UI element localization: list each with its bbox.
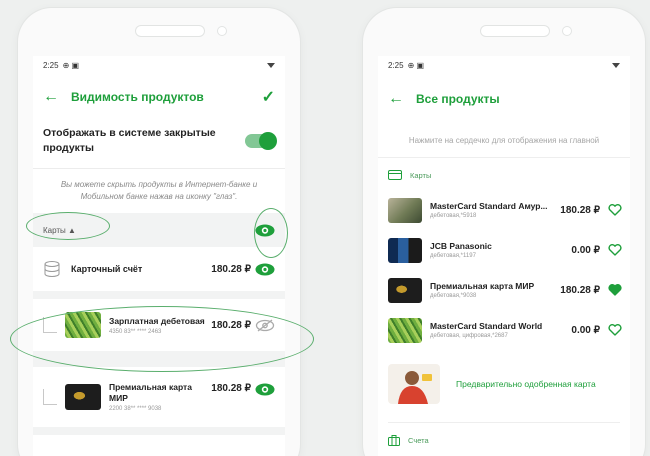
right-phone: 2:25 ⊕ ▣ ← Все продукты Нажмите на сердеч… (363, 8, 645, 456)
card-name: MasterCard Standard World (430, 321, 543, 331)
status-icons: ⊕ ▣ (62, 60, 80, 70)
card-account-row[interactable]: Карточный счёт 180.28 ₽ (33, 247, 285, 291)
closed-products-toggle-row: Отображать в системе закрытые продукты (33, 120, 285, 169)
closed-products-toggle[interactable] (245, 132, 277, 150)
wifi-icon (267, 62, 275, 68)
card-image (388, 317, 422, 343)
offer-image (388, 364, 440, 404)
card-icon (388, 170, 402, 180)
card-list-item[interactable]: MasterCard Standard World дебетовая, циф… (378, 310, 630, 350)
offer-text: Предварительно одобренная карта (456, 378, 596, 389)
heart-outline-icon[interactable] (608, 244, 622, 256)
status-bar: 2:25 ⊕ ▣ (33, 56, 285, 74)
card-amount: 180.28 ₽ (211, 383, 251, 394)
status-bar: 2:25 ⊕ ▣ (378, 56, 630, 74)
branch-connector (43, 317, 57, 333)
toggle-knob (259, 132, 277, 150)
hint-text: Вы можете скрыть продукты в Интернет-бан… (60, 180, 258, 201)
cards-section-label: Карты (410, 170, 432, 180)
account-amount: 180.28 ₽ (211, 263, 251, 275)
status-time: 2:25 (388, 60, 404, 70)
left-phone: 2:25 ⊕ ▣ ← Видимость продуктов ✓ Отобража… (18, 8, 300, 456)
card-amount: 180.28 ₽ (560, 204, 600, 216)
app-bar: ← Видимость продуктов ✓ (33, 74, 285, 120)
branch-connector (43, 389, 57, 405)
toggle-label: Отображать в системе закрытые продукты (43, 127, 216, 154)
page-title: Все продукты (416, 92, 500, 106)
back-arrow-icon[interactable]: ← (388, 90, 404, 108)
card-list-item[interactable]: Премиальная карта МИР дебетовая,*9038 18… (378, 270, 630, 310)
account-name: Карточный счёт (71, 264, 143, 274)
card-list-item[interactable]: MasterCard Standard Амур... дебетовая,*5… (378, 190, 630, 230)
page-title: Видимость продуктов (71, 90, 204, 104)
card-number: 4350 83** **** 2463 (109, 328, 162, 335)
back-arrow-icon[interactable]: ← (43, 88, 59, 106)
card-image (65, 384, 101, 410)
confirm-check-icon[interactable]: ✓ (262, 87, 275, 107)
cards-section-header: Карты (378, 158, 630, 190)
card-row[interactable]: Зарплатная дебетовая 4350 83** **** 2463… (33, 299, 285, 351)
card-image (388, 197, 422, 223)
card-subtitle: дебетовая,*9038 (430, 293, 477, 299)
speaker (136, 26, 204, 36)
card-name: Премиальная карта МИР (109, 382, 192, 403)
visibility-screen: 2:25 ⊕ ▣ ← Видимость продуктов ✓ Отобража… (33, 56, 285, 456)
stage: 2:25 ⊕ ▣ ← Видимость продуктов ✓ Отобража… (0, 0, 650, 456)
speaker (481, 26, 549, 36)
briefcase-icon (388, 435, 400, 446)
card-amount: 0.00 ₽ (571, 244, 600, 256)
eye-icon[interactable] (255, 383, 275, 396)
card-list-item[interactable]: JCB Panasonic дебетовая,*1197 0.00 ₽ (378, 230, 630, 270)
card-image (388, 277, 422, 303)
accounts-section-label: Счета (408, 436, 429, 445)
card-subtitle: дебетовая, цифровая,*2687 (430, 333, 508, 339)
status-time: 2:25 (43, 60, 59, 70)
card-name: JCB Panasonic (430, 241, 492, 251)
card-name: MasterCard Standard Амур... (430, 201, 548, 211)
favorites-hint: Нажмите на сердечко для отображения на г… (378, 124, 630, 158)
card-amount: 0.00 ₽ (571, 324, 600, 336)
card-text: Премиальная карта МИР 2200 38** **** 903… (109, 382, 211, 412)
heart-filled-icon[interactable] (608, 284, 622, 296)
camera (563, 27, 571, 35)
camera (218, 27, 226, 35)
card-text: MasterCard Standard World дебетовая, циф… (430, 321, 571, 339)
card-subtitle: дебетовая,*5918 (430, 213, 477, 219)
card-image (388, 237, 422, 263)
card-subtitle: дебетовая,*1197 (430, 253, 476, 259)
card-text: Премиальная карта МИР дебетовая,*9038 (430, 281, 560, 299)
card-amount: 180.28 ₽ (560, 284, 600, 296)
card-text: MasterCard Standard Амур... дебетовая,*5… (430, 201, 560, 219)
eye-icon[interactable] (255, 263, 275, 276)
eye-crossed-icon[interactable] (255, 318, 275, 332)
person-illustration (398, 371, 432, 404)
card-number: 2200 38** **** 9038 (109, 406, 162, 412)
app-bar: ← Все продукты (378, 74, 630, 124)
spacer (33, 351, 285, 367)
status-icons: ⊕ ▣ (407, 60, 425, 70)
heart-outline-icon[interactable] (608, 204, 622, 216)
card-row[interactable]: Премиальная карта МИР 2200 38** **** 903… (33, 367, 285, 427)
preapproved-offer[interactable]: Предварительно одобренная карта (378, 356, 630, 412)
spacer (33, 291, 285, 299)
coins-icon (44, 261, 60, 278)
wifi-icon (612, 62, 620, 68)
card-amount: 180.28 ₽ (211, 319, 251, 331)
card-name: Зарплатная дебетовая (109, 315, 205, 326)
cards-section-label: Карты ▲ (43, 225, 76, 235)
eye-icon[interactable] (255, 224, 275, 237)
accounts-section-header: Счета (378, 423, 630, 456)
heart-outline-icon[interactable] (608, 324, 622, 336)
card-name: Премиальная карта МИР (430, 281, 535, 291)
all-products-screen: 2:25 ⊕ ▣ ← Все продукты Нажмите на сердеч… (378, 56, 630, 456)
cards-section-header[interactable]: Карты ▲ (33, 213, 285, 247)
card-image (65, 312, 101, 338)
card-text: Зарплатная дебетовая 4350 83** **** 2463 (109, 316, 211, 335)
card-text: JCB Panasonic дебетовая,*1197 (430, 241, 571, 259)
spacer (33, 427, 285, 435)
